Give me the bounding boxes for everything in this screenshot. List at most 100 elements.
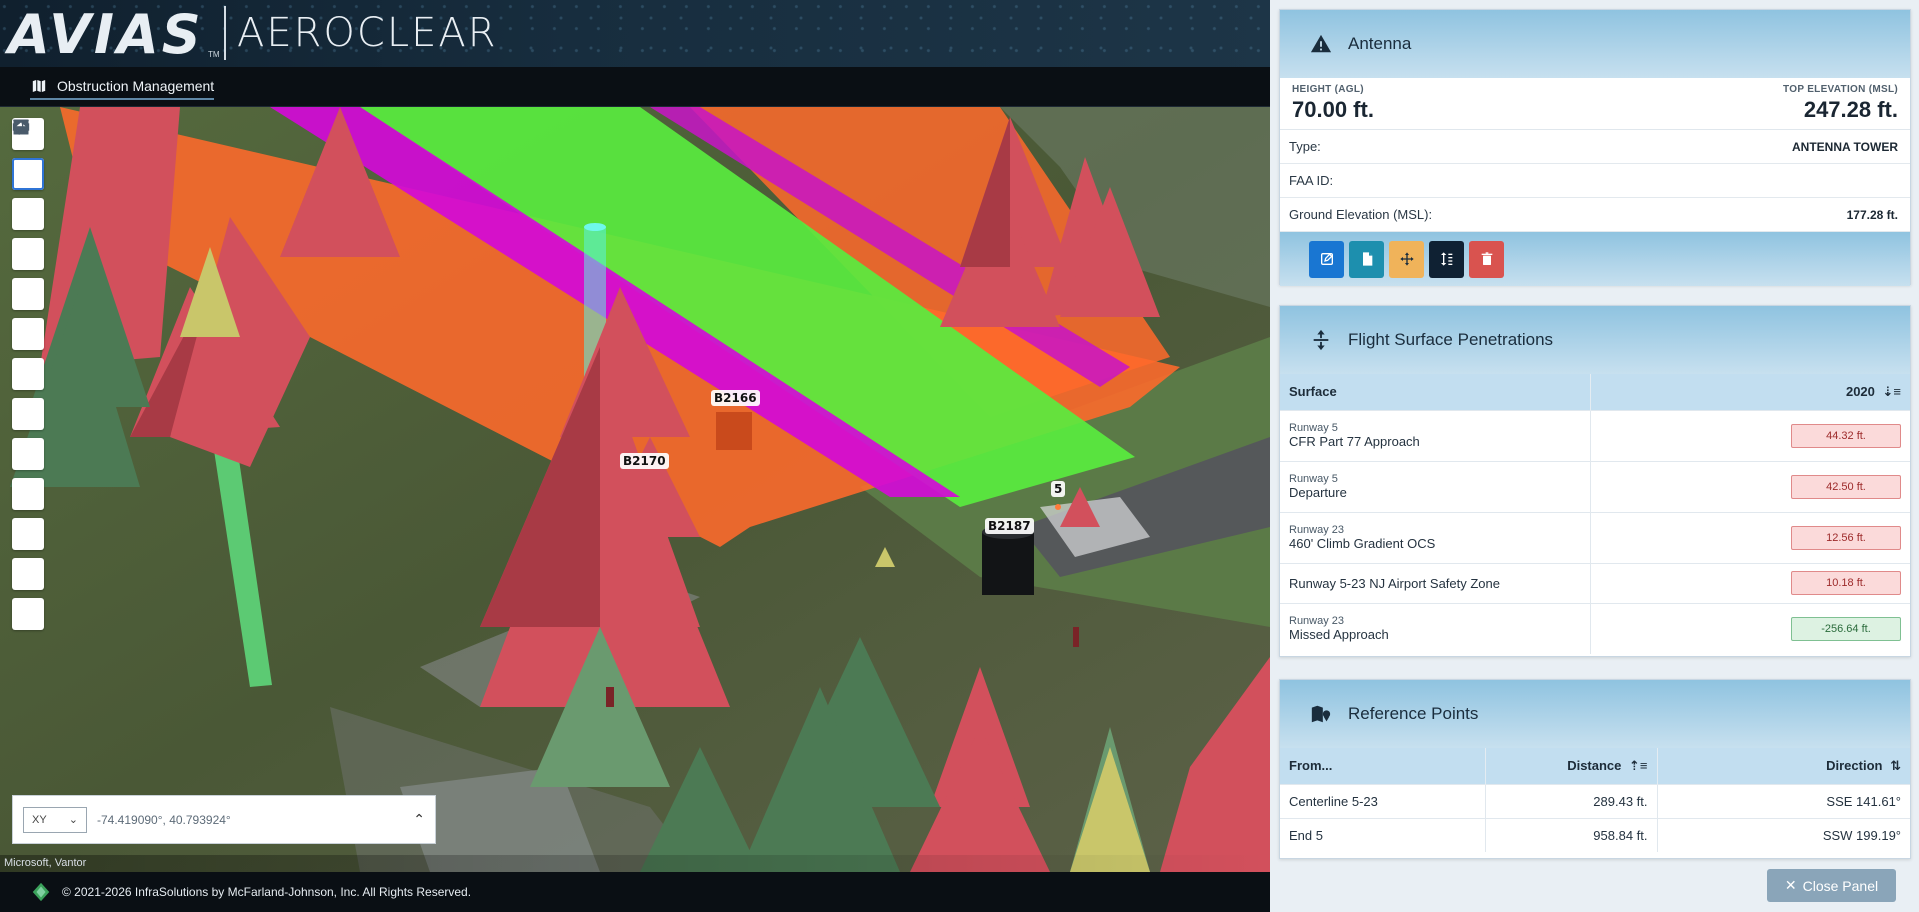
top-elevation-metric: TOP ELEVATION (MSL) 247.28 ft.	[1783, 84, 1898, 129]
sort-asc-icon: ⇡≡	[1629, 757, 1648, 773]
map-label-b2170[interactable]: B2170	[620, 453, 669, 469]
reference-points-card-header: Reference Points	[1280, 680, 1910, 748]
column-header-direction[interactable]: Direction ⇅	[1657, 748, 1910, 784]
search-map-button[interactable]	[12, 121, 44, 310]
faa-id-row: FAA ID:	[1280, 164, 1910, 198]
list-button[interactable]	[12, 121, 44, 230]
map-label-runway-5[interactable]: 5	[1051, 481, 1066, 497]
filter-button[interactable]	[12, 120, 44, 270]
map-scene	[0, 107, 1270, 872]
table-row[interactable]: Runway 5-23 NJ Airport Safety Zone 10.18…	[1280, 562, 1910, 603]
nav-label: Obstruction Management	[57, 78, 215, 94]
antenna-card: Antenna HEIGHT (AGL) 70.00 ft. TOP ELEVA…	[1279, 9, 1911, 286]
type-row: Type: ANTENNA TOWER	[1280, 130, 1910, 164]
reference-points-card: Reference Points From... Distance ⇡≡ Dir…	[1279, 679, 1911, 859]
table-row[interactable]: End 5 958.84 ft. SSW 199.19°	[1280, 817, 1910, 852]
fullscreen-button[interactable]	[12, 119, 44, 550]
add-point-button[interactable]	[12, 120, 44, 390]
edit-button[interactable]	[1309, 240, 1344, 278]
vertical-arrows-icon	[1313, 329, 1329, 351]
height-value: 70.00 ft.	[1292, 97, 1374, 122]
delete-button[interactable]	[1469, 240, 1504, 278]
coordinate-bar: XY ⌄ -74.419090°, 40.793924° ⌃	[12, 795, 436, 844]
layers-button[interactable]	[12, 119, 44, 190]
chevron-down-icon: ⌄	[68, 814, 78, 826]
reference-points-title: Reference Points	[1348, 704, 1479, 723]
table-row[interactable]: Centerline 5-23 289.43 ft. SSE 141.61°	[1280, 783, 1910, 818]
details-panel: Antenna HEIGHT (AGL) 70.00 ft. TOP ELEVA…	[1270, 0, 1919, 912]
table-row[interactable]: Runway 23 Missed Approach -256.64 ft.	[1280, 602, 1910, 654]
antenna-card-header: Antenna	[1280, 10, 1910, 78]
type-value: ANTENNA TOWER	[1792, 139, 1898, 154]
penetration-badge: 44.32 ft.	[1791, 423, 1901, 448]
report-button[interactable]	[12, 119, 44, 510]
close-panel-label: Close Panel	[1802, 877, 1879, 894]
column-header-surface[interactable]: Surface	[1280, 374, 1591, 410]
trademark-mark: TM	[208, 50, 220, 59]
sub-navigation: Obstruction Management	[0, 67, 1270, 107]
aeroclear-logo: AEROCLEAR	[237, 10, 498, 56]
app-header: AVIAS TM AEROCLEAR	[0, 0, 1270, 67]
move-button[interactable]	[1389, 240, 1424, 278]
sort-desc-icon: ⇣≡	[1882, 383, 1901, 399]
table-row[interactable]: Runway 23 460' Climb Gradient OCS 12.56 …	[1280, 511, 1910, 563]
runway-name: Runway 5	[1289, 473, 1338, 485]
column-year-label: 2020	[1845, 383, 1875, 399]
ground-elevation-value: 177.28 ft.	[1846, 207, 1898, 222]
penetrations-card-header: Flight Surface Penetrations	[1280, 306, 1910, 374]
type-label: Type:	[1289, 139, 1321, 154]
column-header-distance[interactable]: Distance ⇡≡	[1485, 748, 1658, 784]
column-header-from[interactable]: From...	[1280, 748, 1486, 784]
nav-obstruction-management[interactable]: Obstruction Management	[30, 76, 215, 100]
map-marker-icon	[1311, 705, 1331, 723]
globe-button[interactable]	[12, 119, 44, 630]
qr-grid-button[interactable]	[12, 119, 44, 430]
map-icon	[31, 78, 47, 94]
logo-divider	[224, 6, 226, 60]
penetration-badge: 12.56 ft.	[1791, 525, 1901, 550]
table-row[interactable]: Runway 5 CFR Part 77 Approach 44.32 ft.	[1280, 409, 1910, 461]
coordinate-mode-select[interactable]: XY ⌄	[23, 806, 87, 833]
edit-icon	[1320, 253, 1333, 265]
top-elevation-value: 247.28 ft.	[1803, 97, 1898, 122]
document-button[interactable]	[1349, 240, 1384, 278]
reference-points-table: From... Distance ⇡≡ Direction ⇅ Centerli…	[1280, 748, 1910, 852]
surface-cell: Runway 5-23 NJ Airport Safety Zone	[1280, 562, 1591, 603]
distance-cell: 289.43 ft.	[1485, 783, 1658, 818]
coordinate-readout: -74.419090°, 40.793924°	[97, 812, 231, 827]
runway-name: Runway 5	[1289, 422, 1338, 434]
height-metric: HEIGHT (AGL) 70.00 ft.	[1292, 84, 1374, 129]
chevron-up-icon[interactable]: ⌃	[413, 811, 425, 828]
ground-elevation-row: Ground Elevation (MSL): 177.28 ft.	[1280, 198, 1910, 232]
history-button[interactable]	[12, 120, 44, 350]
column-direction-label: Direction	[1826, 757, 1883, 773]
surface-cell: Runway 23 Missed Approach	[1280, 602, 1591, 654]
column-header-year[interactable]: 2020 ⇣≡	[1590, 374, 1910, 410]
penetrations-title: Flight Surface Penetrations	[1348, 330, 1554, 349]
warning-icon	[1310, 34, 1332, 53]
direction-cell: SSW 199.19°	[1657, 817, 1910, 852]
height-label: HEIGHT (AGL)	[1292, 84, 1364, 95]
map-viewport[interactable]: B2166 B2170 B2187 5 XY ⌄ -74.419090°, 40…	[0, 107, 1270, 872]
direction-cell: SSE 141.61°	[1657, 783, 1910, 818]
trash-icon	[1481, 252, 1492, 265]
globe-icon	[13, 119, 29, 135]
close-panel-button[interactable]: ✕ Close Panel	[1767, 869, 1896, 902]
table-row[interactable]: Runway 5 Departure 42.50 ft.	[1280, 460, 1910, 512]
faa-id-label: FAA ID:	[1289, 173, 1334, 188]
terrain-button[interactable]	[12, 122, 44, 590]
height-icon	[1440, 252, 1452, 266]
runway-name: Runway 23	[1289, 524, 1345, 536]
runway-name: Runway 23	[1289, 615, 1345, 628]
surface-name: Departure	[1289, 485, 1347, 500]
measure-button[interactable]	[12, 123, 44, 470]
close-icon: ✕	[1784, 877, 1797, 893]
map-label-b2187[interactable]: B2187	[985, 518, 1034, 534]
coordinate-mode-value: XY	[32, 813, 47, 826]
height-button[interactable]	[1429, 240, 1464, 278]
surface-cell: Runway 5 CFR Part 77 Approach	[1280, 409, 1591, 461]
ground-elevation-label: Ground Elevation (MSL):	[1289, 207, 1433, 222]
penetration-cell: 10.18 ft.	[1590, 562, 1910, 603]
map-label-b2166[interactable]: B2166	[711, 390, 760, 406]
penetration-badge: 42.50 ft.	[1791, 474, 1901, 499]
